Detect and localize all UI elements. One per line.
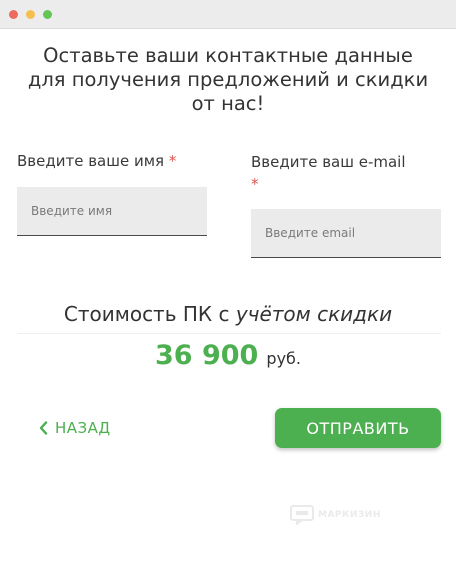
chevron-left-icon	[39, 421, 48, 435]
submit-button[interactable]: ОТПРАВИТЬ	[275, 408, 441, 448]
back-button-label: НАЗАД	[55, 419, 111, 437]
price-currency: руб.	[266, 349, 301, 368]
price-title-prefix: Стоимость ПК с	[63, 302, 236, 326]
email-field-label: Введите ваш e-mail *	[251, 151, 446, 195]
email-input[interactable]	[251, 209, 441, 258]
price-divider	[17, 333, 441, 334]
price-title-emphasis: учётом скидки	[235, 302, 393, 326]
maximize-window-button[interactable]	[43, 10, 52, 19]
watermark-text: МАРКИЗИН	[318, 510, 381, 520]
name-input[interactable]	[17, 187, 207, 236]
price-display: 36 900 руб.	[10, 336, 446, 379]
price-value: 36 900	[154, 340, 259, 371]
price-title: Стоимость ПК с учётом скидки	[10, 300, 446, 328]
required-marker: *	[251, 175, 259, 193]
form-heading: Оставьте ваши контактные данные для полу…	[10, 44, 446, 116]
required-marker: *	[168, 152, 177, 170]
close-window-button[interactable]	[9, 10, 18, 19]
submit-button-label: ОТПРАВИТЬ	[306, 418, 410, 438]
name-field-label: Введите ваше имя *	[17, 150, 176, 172]
back-button[interactable]: НАЗАД	[39, 416, 111, 440]
form-heading-line: от нас!	[191, 92, 265, 115]
watermark: МАРКИЗИН	[290, 505, 381, 525]
form-heading-line: для получения предложений и скидки	[27, 68, 429, 91]
email-field-label-text: Введите ваш e-mail	[251, 153, 406, 171]
minimize-window-button[interactable]	[26, 10, 35, 19]
window-titlebar	[0, 0, 456, 29]
name-field-label-text: Введите ваше имя	[17, 152, 165, 170]
form-heading-line: Оставьте ваши контактные данные	[43, 44, 413, 67]
logo-icon	[290, 505, 314, 525]
